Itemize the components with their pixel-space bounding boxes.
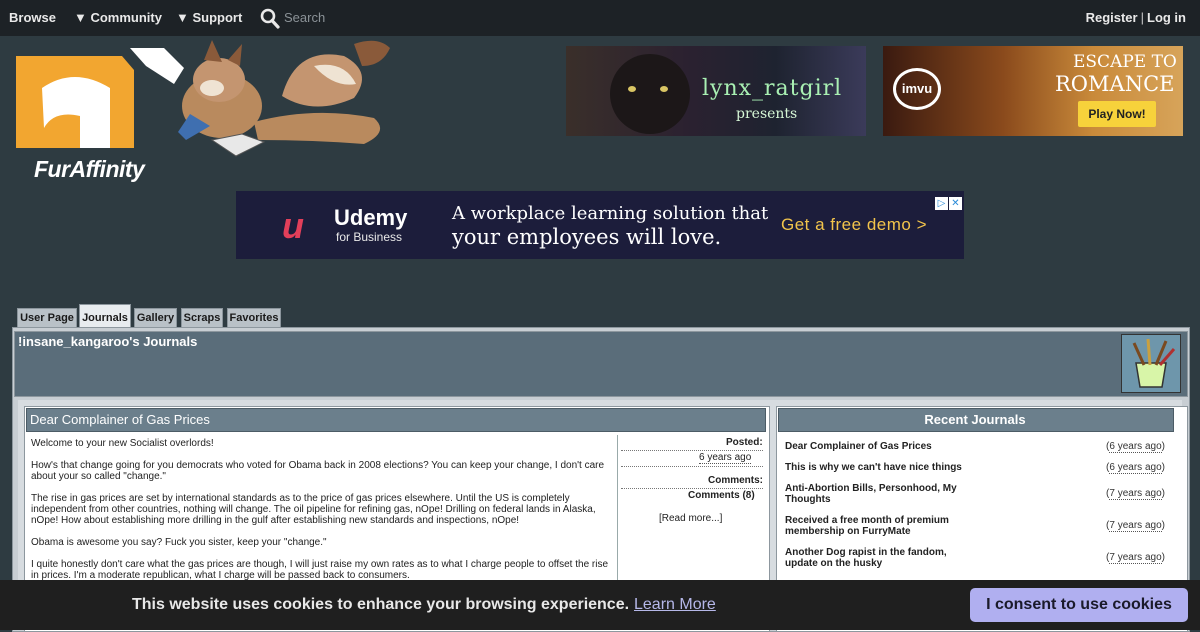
ad-panther-eye: [628, 86, 636, 92]
cookie-message: This website uses cookies to enhance you…: [132, 596, 630, 613]
avatar[interactable]: [1121, 334, 1181, 393]
site-logo[interactable]: FurAffinity: [14, 36, 426, 182]
search-input[interactable]: Search: [284, 10, 325, 25]
ad-udemy-cta[interactable]: Get a free demo >: [781, 215, 927, 235]
cookie-learn-more-link[interactable]: Learn More: [634, 596, 716, 614]
recent-journal-date: (6 years ago): [1106, 462, 1165, 474]
tab-user-page[interactable]: User Page: [17, 308, 77, 328]
divider: [621, 466, 763, 467]
ad-close-icon[interactable]: ✕: [949, 197, 962, 210]
page-title: !insane_kangaroo's Journals: [18, 334, 198, 349]
ad-lynx-title: lynx_ratgirl: [702, 76, 843, 101]
nav-community[interactable]: ▼ Community: [74, 10, 162, 25]
journal-body: Welcome to your new Socialist overlords!…: [31, 438, 609, 592]
journal-paragraph: I quite honestly don't care what the gas…: [31, 559, 609, 581]
recent-journal-link[interactable]: This is why we can't have nice things: [785, 462, 965, 473]
ad-lynx-subtitle: presents: [736, 106, 798, 122]
udemy-logo-icon: u: [282, 205, 304, 246]
ad-banner-imvu[interactable]: imvu ESCAPE TO ROMANCE Play Now!: [883, 46, 1183, 136]
divider: [621, 488, 763, 489]
comments-label: Comments:: [708, 475, 764, 486]
ad-udemy-tagline-1: A workplace learning solution that: [452, 203, 769, 224]
logo-text: FurAffinity: [34, 156, 145, 182]
nav-browse[interactable]: Browse: [9, 10, 56, 25]
top-nav: Browse ▼ Community ▼ Support Search Regi…: [0, 0, 1200, 36]
ad-imvu-line1: ESCAPE TO: [1073, 52, 1177, 72]
recent-journal-date: (7 years ago): [1106, 488, 1165, 500]
search-icon[interactable]: [260, 8, 280, 30]
account-links: Register | Log in: [1086, 10, 1186, 25]
cookie-consent-button[interactable]: I consent to use cookies: [970, 588, 1188, 622]
ad-udemy-tagline-2: your employees will love.: [452, 225, 722, 249]
nav-support[interactable]: ▼ Support: [176, 10, 242, 25]
recent-journal-link[interactable]: Dear Complainer of Gas Prices: [785, 441, 965, 452]
imvu-logo-icon: imvu: [893, 68, 941, 110]
tab-gallery[interactable]: Gallery: [134, 308, 177, 328]
ad-banner-udemy[interactable]: u Udemy for Business A workplace learnin…: [236, 191, 964, 259]
nav-separator: |: [1140, 10, 1144, 25]
ad-imvu-line2: ROMANCE: [1055, 72, 1175, 96]
ad-panther-eye: [660, 86, 668, 92]
journal-paragraph: Welcome to your new Socialist overlords!: [31, 438, 214, 449]
ad-panther-image: [610, 54, 690, 134]
tab-scraps[interactable]: Scraps: [181, 308, 223, 328]
ad-choices-icon[interactable]: ▷: [935, 197, 948, 210]
comments-link[interactable]: Comments (8): [688, 490, 755, 501]
journal-paragraph: Obama is awesome you say? Fuck you siste…: [31, 537, 327, 548]
login-link[interactable]: Log in: [1147, 10, 1186, 25]
recent-journal-date: (7 years ago): [1106, 552, 1165, 564]
recent-journal-link[interactable]: Anti-Abortion Bills, Personhood, My Thou…: [785, 483, 965, 505]
divider: [621, 450, 763, 451]
journal-paragraph: The rise in gas prices are set by intern…: [31, 493, 596, 526]
recent-journal-link[interactable]: Another Dog rapist in the fandom, update…: [785, 547, 965, 569]
recent-journal-date: (6 years ago): [1106, 441, 1165, 453]
read-more-link[interactable]: [Read more...]: [659, 513, 722, 524]
ad-banner-lynx[interactable]: lynx_ratgirl presents: [566, 46, 866, 136]
journal-paragraph: How's that change going for you democrat…: [31, 460, 605, 482]
recent-journal-link[interactable]: Received a free month of premium members…: [785, 515, 965, 537]
ad-udemy-sub: for Business: [336, 230, 403, 244]
ad-udemy-brand: Udemy: [334, 205, 408, 230]
ad-play-now-button[interactable]: Play Now!: [1078, 101, 1156, 127]
tab-journals[interactable]: Journals: [79, 304, 131, 328]
posted-label: Posted:: [726, 437, 763, 448]
recent-journals-title: Recent Journals: [924, 412, 1026, 427]
tab-favorites[interactable]: Favorites: [227, 308, 281, 328]
posted-value: 6 years ago: [699, 452, 752, 464]
ad-choices: ▷ ✕: [934, 193, 962, 211]
register-link[interactable]: Register: [1086, 10, 1138, 25]
recent-journal-date: (7 years ago): [1106, 520, 1165, 532]
journal-title[interactable]: Dear Complainer of Gas Prices: [30, 412, 210, 427]
